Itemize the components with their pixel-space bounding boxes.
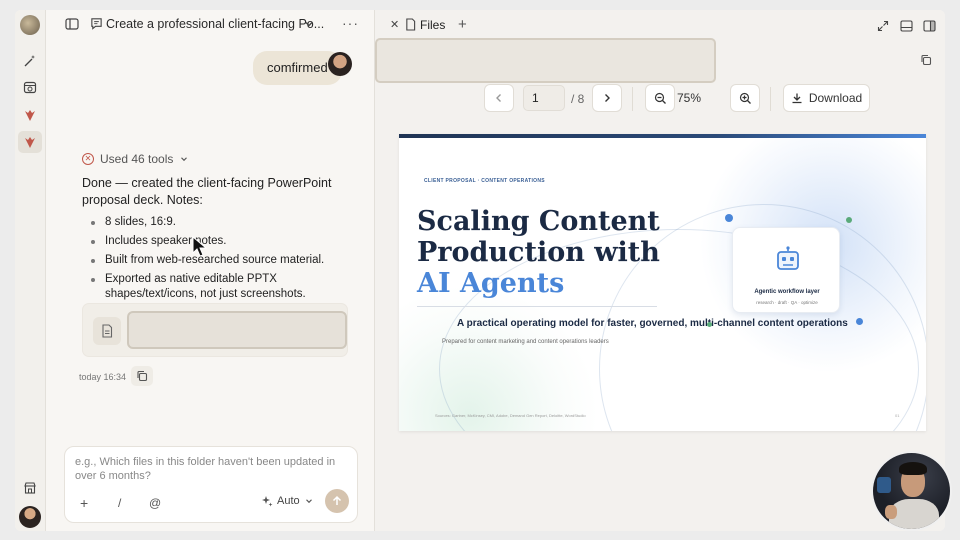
mention-button[interactable]: @: [149, 496, 161, 510]
chat-icon: [90, 17, 103, 35]
robot-icon: [776, 246, 800, 277]
user-message-avatar: [328, 52, 352, 76]
chevron-left-icon: [496, 94, 501, 102]
more-icon[interactable]: ···: [342, 15, 359, 31]
next-page-button[interactable]: [592, 84, 622, 112]
sparkle-icon: [262, 496, 273, 507]
notes-list: 8 slides, 16:9. Includes speaker notes. …: [90, 215, 350, 306]
slide-title-line: Scaling Content: [417, 206, 660, 237]
copy-icon[interactable]: [131, 366, 153, 386]
chevron-down-icon: [181, 157, 188, 162]
chat-header: Create a professional client-facing Po..…: [46, 10, 375, 40]
chevron-down-icon: [305, 499, 312, 504]
sidebar-toggle-icon[interactable]: [65, 17, 79, 31]
list-item: Exported as native editable PPTX shapes/…: [90, 272, 350, 302]
agent-card: Agentic workflow layer research · draft …: [732, 227, 840, 313]
zoom-in-button[interactable]: [730, 84, 760, 112]
slide-divider: [417, 306, 657, 307]
layout-bottom-icon[interactable]: [900, 19, 913, 37]
decor-dot: [856, 318, 863, 325]
page-total: / 8: [571, 92, 585, 106]
send-button[interactable]: [325, 489, 349, 513]
toolbar-divider: [632, 87, 633, 111]
copy-icon[interactable]: [920, 53, 932, 71]
store-icon[interactable]: [21, 479, 39, 497]
decor-dot: [846, 217, 852, 223]
decor-dot: [707, 322, 712, 327]
download-icon: [792, 93, 802, 104]
slide-page-number: 01: [895, 413, 900, 418]
zoom-in-icon: [739, 92, 751, 104]
webcam-person-hair: [899, 462, 927, 475]
list-item: Built from web-researched source materia…: [90, 253, 350, 268]
chevron-down-icon[interactable]: [303, 17, 315, 35]
tools-summary-label: Used 46 tools: [100, 152, 174, 166]
user-avatar[interactable]: [19, 506, 41, 528]
zoom-out-button[interactable]: [645, 84, 675, 112]
zoom-out-icon: [654, 92, 666, 104]
slide-prepared-for: Prepared for content marketing and conte…: [442, 339, 609, 345]
layout-right-icon[interactable]: [923, 19, 936, 37]
agent-card-title: Agentic workflow layer: [754, 289, 820, 295]
files-panel: ✕ Files + / 8: [375, 10, 945, 531]
app-icon[interactable]: [21, 133, 39, 151]
mode-selector[interactable]: Auto: [261, 495, 314, 507]
mode-label: Auto: [277, 495, 300, 507]
left-rail: [15, 10, 46, 531]
webcam-overlay: [871, 451, 952, 531]
message-timestamp: today 16:34: [79, 372, 127, 382]
file-card-redacted: [127, 311, 347, 349]
file-icon: [405, 18, 416, 36]
x-circle-icon: ✕: [82, 153, 94, 165]
slide-title-line: Production with: [417, 237, 660, 268]
webcam-person-hand: [885, 505, 897, 519]
webcam-background-light: [877, 477, 891, 493]
slide-title: Scaling Content Production with AI Agent…: [417, 206, 697, 299]
app-icon[interactable]: [21, 106, 39, 124]
list-item: 8 slides, 16:9.: [90, 215, 350, 230]
redacted-region: [375, 38, 716, 83]
agent-card-subtitle: research · draft · QA · optimize: [756, 300, 818, 305]
slide-top-bar: [399, 134, 926, 138]
app-logo[interactable]: [20, 15, 40, 35]
decor-dot: [725, 214, 733, 222]
document-icon: [93, 317, 121, 345]
slide-kicker: CLIENT PROPOSAL · CONTENT OPERATIONS: [424, 178, 545, 184]
previous-page-button[interactable]: [484, 84, 514, 112]
slide-preview: CLIENT PROPOSAL · CONTENT OPERATIONS Sca…: [399, 134, 926, 431]
list-item: Includes speaker notes.: [90, 234, 350, 249]
slide-title-accent: AI Agents: [417, 268, 565, 299]
close-icon[interactable]: ✕: [390, 18, 399, 31]
conversation-title[interactable]: Create a professional client-facing Po..…: [106, 17, 324, 31]
app-window: Create a professional client-facing Po..…: [15, 10, 945, 531]
plus-icon[interactable]: +: [458, 16, 467, 33]
download-button[interactable]: Download: [783, 84, 870, 112]
mouse-cursor-icon: [192, 235, 208, 263]
page-number-input[interactable]: [523, 85, 565, 111]
message-composer: + / @ Auto: [64, 446, 358, 523]
files-tab-bar: ✕ Files +: [375, 10, 945, 40]
assistant-reply-intro: Done — created the client-facing PowerPo…: [82, 176, 332, 207]
slide-subtitle: A practical operating model for faster, …: [457, 318, 848, 329]
toolbar-divider: [770, 87, 771, 111]
tools-summary[interactable]: ✕ Used 46 tools: [82, 151, 189, 167]
slash-command-button[interactable]: /: [118, 496, 121, 510]
magic-wand-icon[interactable]: [21, 52, 39, 70]
tab-files[interactable]: Files: [420, 18, 445, 32]
plus-icon[interactable]: +: [80, 495, 88, 511]
chat-panel: Create a professional client-facing Po..…: [46, 10, 385, 531]
slide-sources: Sources: Gartner, McKinsey, CMI, Adobe, …: [435, 413, 586, 418]
zoom-level: 75%: [677, 91, 702, 105]
chevron-right-icon: [605, 94, 610, 102]
file-attachment-card[interactable]: [82, 303, 348, 357]
expand-icon[interactable]: [877, 19, 889, 37]
message-input[interactable]: [75, 455, 345, 485]
calendar-clock-icon[interactable]: [21, 78, 39, 96]
download-label: Download: [808, 91, 863, 105]
arrow-up-icon: [332, 495, 342, 505]
